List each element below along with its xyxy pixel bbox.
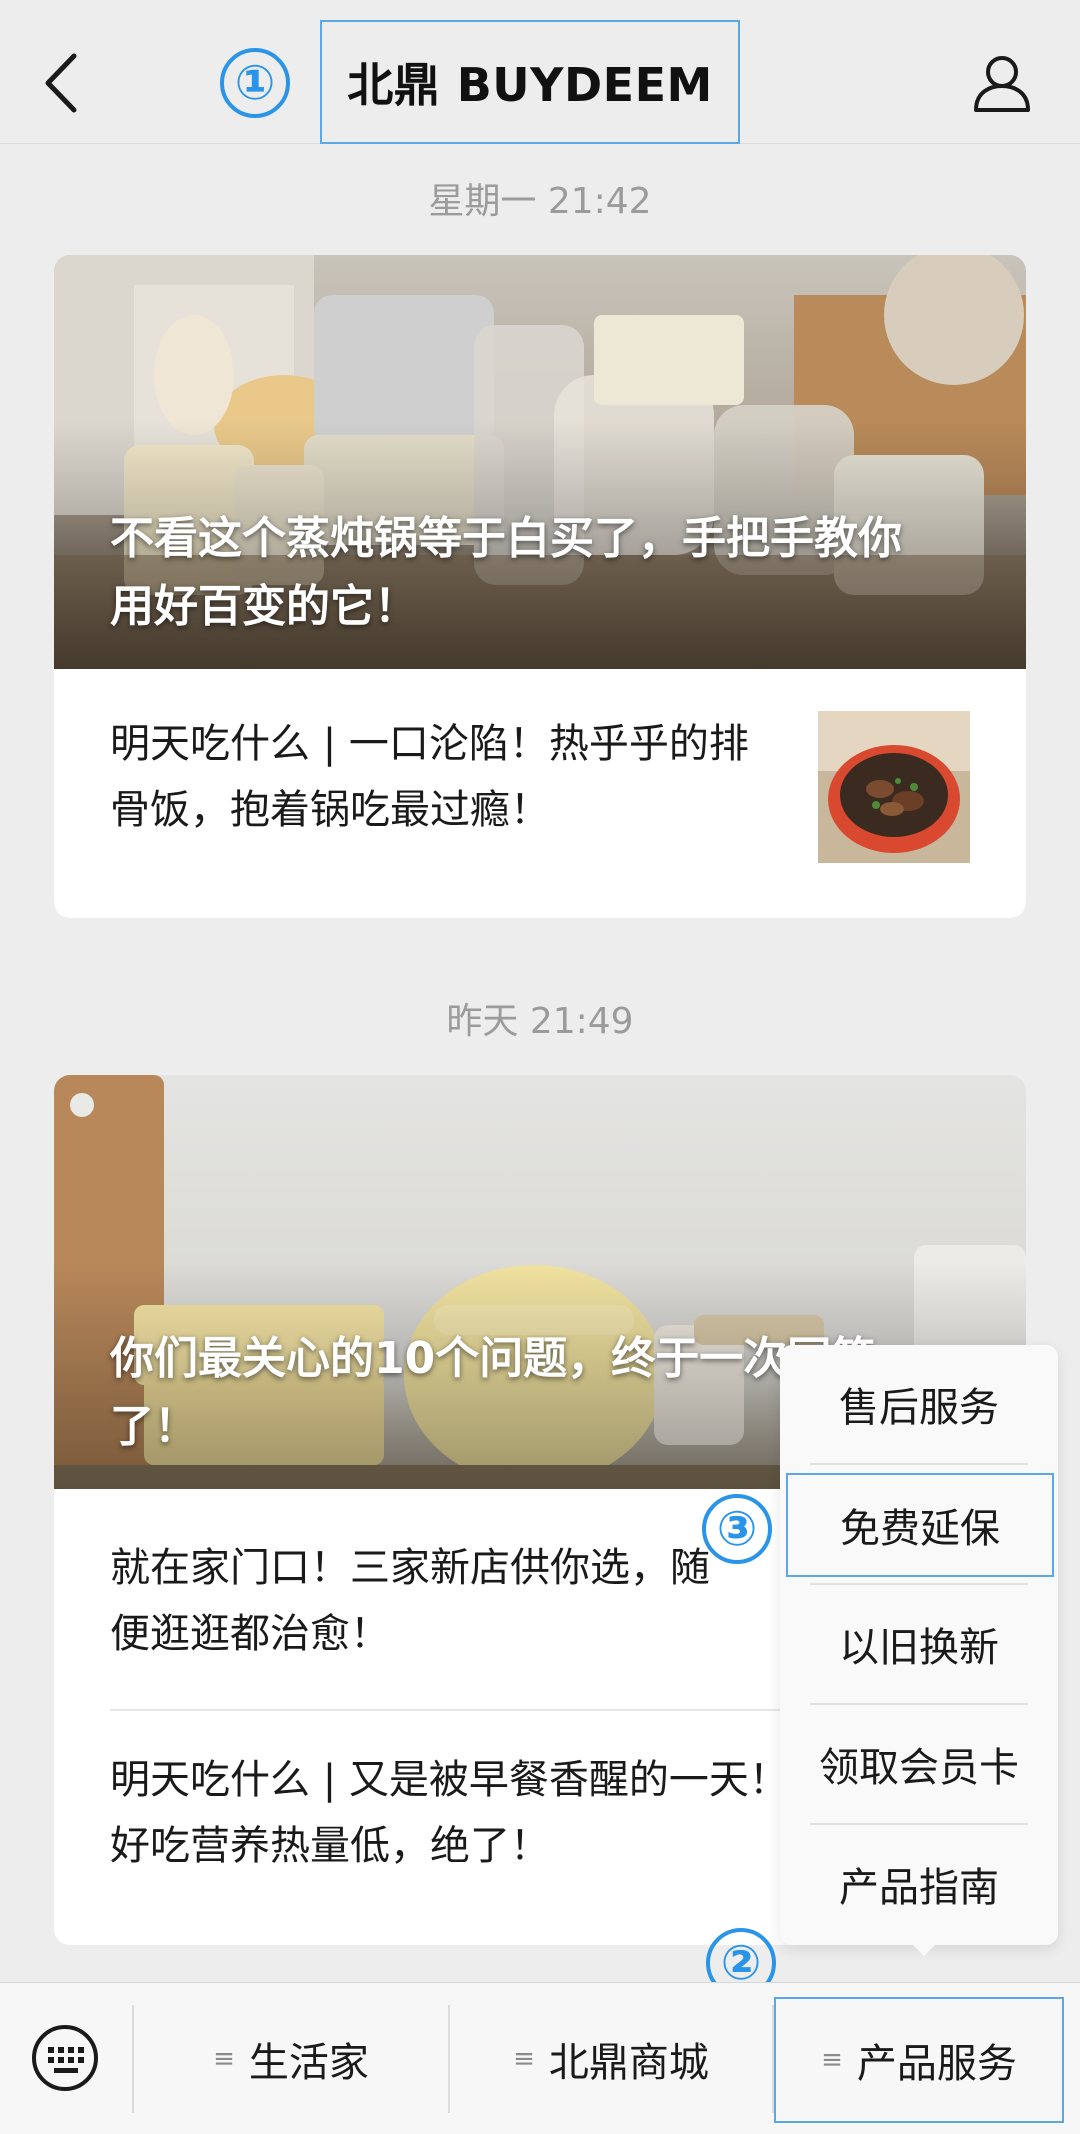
article-title: 就在家门口！三家新店供你选，随便逛逛都治愈！ [110,1545,710,1657]
menu-tab-life[interactable]: ≡ 生活家 [134,1983,448,2134]
account-title-box[interactable]: 北鼎 BUYDEEM [320,20,740,144]
menu-lines-icon: ≡ [821,2045,843,2075]
chevron-left-icon [45,53,77,113]
menu-lines-icon: ≡ [213,2044,235,2074]
annotation-marker-3: ③ [702,1494,772,1564]
article-card: 不看这个蒸炖锅等于白买了，手把手教你用好百变的它！ 明天吃什么 | 一口沦陷！热… [54,255,1026,918]
divider [810,1463,1028,1465]
profile-button[interactable] [972,52,1032,114]
submenu-item-member-card[interactable]: 领取会员卡 [780,1705,1058,1823]
submenu-item-free-extended-warranty[interactable]: 免费延保 [786,1473,1054,1577]
article-thumbnail [818,711,970,863]
article-title: 明天吃什么 | 又是被早餐香醒的一天！好吃营养热量低，绝了！ [110,1757,789,1869]
wechat-official-account-page: ① 北鼎 BUYDEEM 星期一 21:42 不看这个蒸炖锅等于白买了，手把手教… [0,0,1080,2134]
keyboard-toggle-button[interactable] [30,2023,100,2093]
message-timestamp: 昨天 21:49 [446,1001,634,1042]
cover-article[interactable]: 不看这个蒸炖锅等于白买了，手把手教你用好百变的它！ [54,255,1026,669]
cover-article-title: 不看这个蒸炖锅等于白买了，手把手教你用好百变的它！ [110,513,902,632]
keyboard-icon [32,2025,98,2091]
annotation-marker-1: ① [220,48,290,118]
menu-tab-label: 北鼎商城 [548,2040,709,2086]
menu-tab-mall[interactable]: ≡ 北鼎商城 [450,1983,772,2134]
product-service-submenu: 售后服务 免费延保 以旧换新 领取会员卡 产品指南 [780,1345,1058,1945]
article-title: 明天吃什么 | 一口沦陷！热乎乎的排骨饭，抱着锅吃最过瘾！ [110,721,749,833]
submenu-item-after-sales[interactable]: 售后服务 [780,1345,1058,1463]
menu-tab-product-service[interactable]: ≡ 产品服务 [774,1997,1064,2123]
menu-tab-label: 产品服务 [856,2041,1017,2087]
menu-lines-icon: ≡ [513,2044,535,2074]
submenu-pointer [908,1940,940,1956]
bottom-menu-bar: ≡ 生活家 ≡ 北鼎商城 ≡ 产品服务 [0,1982,1080,2134]
back-button[interactable] [36,48,86,118]
menu-tab-label: 生活家 [248,2040,369,2086]
submenu-item-product-guide[interactable]: 产品指南 [780,1825,1058,1943]
user-icon [974,56,1030,112]
page-title: 北鼎 BUYDEEM [347,58,713,112]
submenu-item-trade-in[interactable]: 以旧换新 [780,1585,1058,1703]
top-nav-bar: ① 北鼎 BUYDEEM [0,0,1080,144]
message-timestamp: 星期一 21:42 [428,181,652,222]
list-item[interactable]: 明天吃什么 | 一口沦陷！热乎乎的排骨饭，抱着锅吃最过瘾！ [54,669,1026,918]
